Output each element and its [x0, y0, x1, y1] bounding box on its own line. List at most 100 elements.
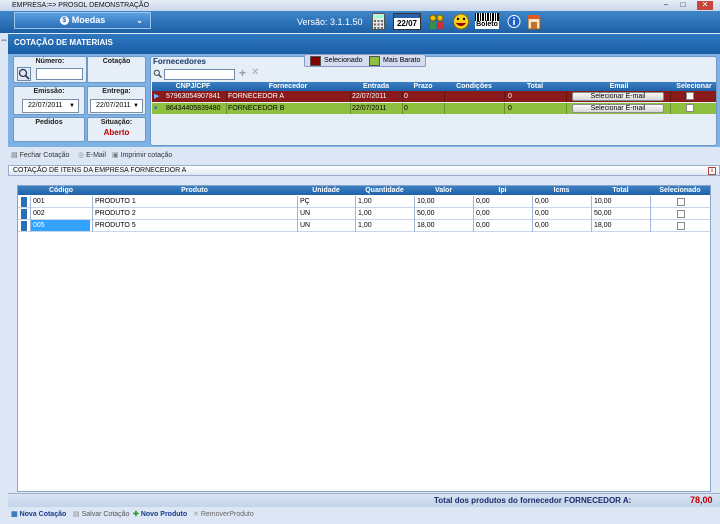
- boleto-icon[interactable]: Boleto: [475, 13, 499, 30]
- nova-cotacao-button[interactable]: ▦ Nova Cotação: [11, 510, 66, 518]
- version-label: Versão: 3.1.1.50: [297, 17, 363, 27]
- legend-swatch-selecionado: [310, 56, 321, 66]
- col-prazo[interactable]: Prazo: [402, 82, 444, 91]
- fornecedor-search-input[interactable]: [164, 69, 235, 80]
- remover-produto-button[interactable]: ✕ RemoverProduto: [193, 510, 254, 518]
- cell-icms: 0,00: [535, 210, 549, 217]
- fornecedor-row[interactable]: ■ 86434405839480 FORNECEDOR B 22/07/2011…: [152, 103, 716, 114]
- col-fornecedor[interactable]: Fornecedor: [226, 82, 350, 91]
- itens-grid: Código Produto Unidade Quantidade Valor …: [17, 185, 711, 492]
- item-row[interactable]: 002 PRODUTO 2 UN 1,00 50,00 0,00 0,00 50,00: [18, 208, 710, 220]
- col-produto[interactable]: Produto: [92, 186, 297, 195]
- numero-input[interactable]: [36, 68, 83, 80]
- cell-ipi: 0,00: [476, 222, 490, 229]
- selecionar-email-button[interactable]: Selecionar E-mail: [572, 104, 664, 113]
- minimize-button[interactable]: –: [659, 1, 673, 10]
- cell-total: 18,00: [594, 222, 612, 229]
- printer-icon: ▣: [112, 152, 119, 159]
- fornecedor-row[interactable]: ▶ 57963054907841 FORNECEDOR A 22/07/2011…: [152, 91, 716, 102]
- window-title-bar: EMPRESA:=> PROSOL DEMONSTRAÇÃO – □ ✕: [0, 0, 720, 11]
- selecionado-checkbox[interactable]: [677, 198, 685, 206]
- remove-fornecedor-icon[interactable]: ✕: [251, 67, 259, 78]
- selecionado-checkbox[interactable]: [677, 222, 685, 230]
- item-row[interactable]: 005 PRODUTO 5 UN 1,00 18,00 0,00 0,00 18,00: [18, 220, 710, 232]
- col-entrada[interactable]: Entrada: [350, 82, 402, 91]
- imprimir-cotacao-button[interactable]: ▣ Imprimir cotação: [112, 151, 172, 159]
- col-email[interactable]: Email: [566, 82, 672, 91]
- selecionar-checkbox[interactable]: [686, 104, 694, 112]
- col-selecionar[interactable]: Selecionar: [670, 82, 718, 91]
- entrega-value: 22/07/2011: [96, 102, 131, 109]
- legend: Selecionado Mais Barato: [304, 54, 426, 67]
- entrega-group: Entrega: 22/07/2011 ▼: [87, 86, 146, 115]
- cell-unidade: UN: [300, 222, 311, 229]
- cell-total: 0: [508, 93, 512, 100]
- cell-icms: 0,00: [535, 222, 549, 229]
- numero-group: Número:: [13, 56, 87, 83]
- novo-produto-button[interactable]: ✚ Novo Produto: [133, 510, 187, 518]
- cell-cnpj: 57963054907841: [166, 93, 221, 100]
- search-icon[interactable]: [17, 67, 31, 81]
- col-total[interactable]: Total: [504, 82, 566, 91]
- col-valor[interactable]: Valor: [414, 186, 473, 195]
- close-window-button[interactable]: ✕: [697, 1, 713, 10]
- col-total[interactable]: Total: [591, 186, 650, 195]
- page-title: COTAÇÃO DE MATERIAIS: [8, 34, 720, 54]
- email-button[interactable]: ◎ E-Mail: [78, 151, 106, 159]
- info-icon[interactable]: [507, 13, 521, 30]
- cell-prazo: 0: [404, 93, 408, 100]
- pedidos-label: Pedidos: [35, 119, 63, 126]
- selecionar-checkbox[interactable]: [686, 92, 694, 100]
- cell-unidade: UN: [300, 210, 311, 217]
- smiley-icon[interactable]: [452, 13, 470, 30]
- cell-ipi: 0,00: [476, 198, 490, 205]
- maximize-button[interactable]: □: [676, 1, 690, 10]
- cell-codigo[interactable]: 005: [30, 220, 90, 231]
- window-title: EMPRESA:=> PROSOL DEMONSTRAÇÃO: [12, 2, 150, 9]
- entrega-label: Entrega:: [102, 88, 131, 95]
- cell-entrada: 22/07/2011: [352, 93, 387, 100]
- module-selector[interactable]: $ Moedas ⌄: [14, 12, 151, 29]
- situacao-value: Aberto: [103, 128, 130, 137]
- entrega-date-picker[interactable]: 22/07/2011 ▼: [90, 99, 143, 113]
- salvar-cotacao-button[interactable]: ▤ Salvar Cotação: [73, 510, 129, 518]
- users-icon[interactable]: [428, 13, 446, 30]
- cell-entrada: 22/07/2011: [352, 105, 387, 112]
- col-icms[interactable]: Icms: [532, 186, 591, 195]
- col-codigo[interactable]: Código: [30, 186, 92, 195]
- side-pin-icon[interactable]: ⇔: [0, 35, 8, 44]
- emissao-value: 22/07/2011: [28, 102, 63, 109]
- item-row[interactable]: 001 PRODUTO 1 PÇ 1,00 10,00 0,00 0,00 10,00: [18, 196, 710, 208]
- cell-codigo[interactable]: 002: [30, 208, 45, 220]
- selecionar-email-button[interactable]: Selecionar E-mail: [572, 92, 664, 101]
- row-marker: [21, 221, 27, 231]
- email-icon: ◎: [78, 152, 85, 159]
- close-icon[interactable]: x: [708, 167, 716, 175]
- cotacao-group: Cotação: [87, 56, 146, 83]
- calendar-icon[interactable]: 22/07: [393, 13, 421, 30]
- col-ipi[interactable]: Ipi: [473, 186, 532, 195]
- col-quantidade[interactable]: Quantidade: [355, 186, 414, 195]
- cotacao-toolbar: ▤ Fechar Cotação ◎ E-Mail ▣ Imprimir cot…: [8, 150, 720, 162]
- bottom-toolbar: ▦ Nova Cotação ▤ Salvar Cotação ✚ Novo P…: [8, 508, 720, 522]
- cell-total: 50,00: [594, 210, 612, 217]
- calendar-date: 22/07: [396, 19, 418, 28]
- col-unidade[interactable]: Unidade: [297, 186, 355, 195]
- chevron-down-icon: ⌄: [136, 16, 143, 25]
- add-fornecedor-icon[interactable]: +: [239, 66, 246, 80]
- fechar-cotacao-button[interactable]: ▤ Fechar Cotação: [11, 151, 69, 159]
- col-cnpj[interactable]: CNPJ/CPF: [162, 82, 224, 91]
- row-marker: [21, 209, 27, 219]
- shop-icon[interactable]: [527, 13, 541, 30]
- itens-table-header: Código Produto Unidade Quantidade Valor …: [18, 186, 710, 195]
- cell-prazo: 0: [404, 105, 408, 112]
- selecionado-checkbox[interactable]: [677, 210, 685, 218]
- col-selecionado[interactable]: Selecionado: [650, 186, 710, 195]
- emissao-date-picker[interactable]: 22/07/2011 ▼: [22, 99, 79, 113]
- col-condicoes[interactable]: Condições: [444, 82, 504, 91]
- cell-codigo[interactable]: 001: [30, 196, 45, 208]
- calculator-icon[interactable]: [372, 13, 385, 30]
- total-value: 78,00: [690, 495, 713, 505]
- itens-title: COTAÇÃO DE ITENS DA EMPRESA FORNECEDOR A: [13, 167, 187, 174]
- dropdown-arrow-icon: ▼: [69, 103, 75, 109]
